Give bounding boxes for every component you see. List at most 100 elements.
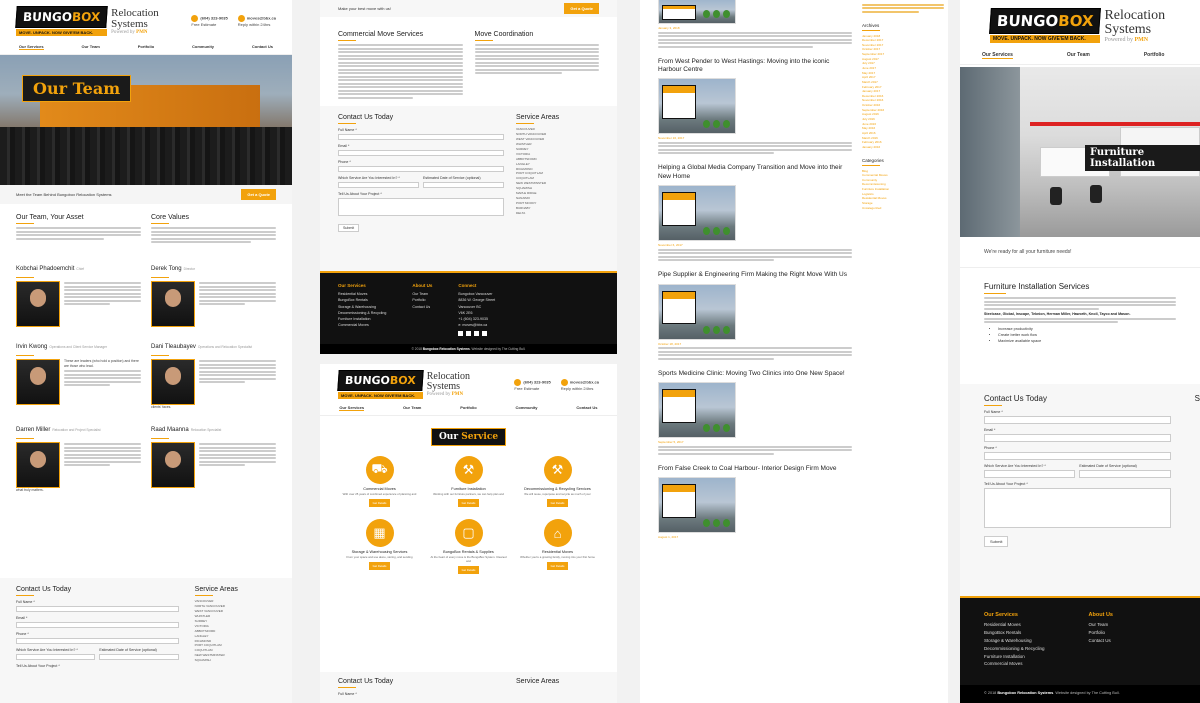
footer-link[interactable]: Furniture Installation (984, 653, 1045, 661)
nav-our-team[interactable]: Our Team (403, 405, 421, 411)
nav-our-services[interactable]: Our Services (18, 44, 44, 50)
footer-link[interactable]: Portfolio (1089, 629, 1113, 637)
categories-title: Categories (862, 157, 884, 163)
post-title[interactable]: Helping a Global Media Company Transitio… (658, 164, 852, 181)
post-title[interactable]: Pipe Supplier & Engineering Firm Making … (658, 271, 852, 279)
youtube-icon[interactable] (474, 330, 480, 336)
contact-section: Contact Us Today Full Name * Email * Pho… (320, 106, 617, 271)
storage-icon: ▦ (365, 519, 394, 547)
bungobox-logo[interactable]: BUNGOBOX MOVE. UNPACK. NOW GIVE'EM BACK. … (989, 8, 1200, 43)
phone-icon (514, 378, 522, 386)
service-select[interactable] (984, 470, 1076, 478)
email-icon (237, 15, 245, 22)
team-member-card: Derek Tong Director (151, 257, 276, 327)
nav-our-services[interactable]: Our Services (982, 52, 1013, 59)
bungobox-logo[interactable]: BUNGOBOX MOVE. UNPACK. NOW GIVE'EM BACK. … (337, 370, 470, 399)
get-details-button[interactable]: Get Details (546, 499, 569, 507)
hammer-icon: ⚒ (543, 456, 572, 484)
email-field[interactable] (984, 434, 1171, 442)
footer-link[interactable]: Commercial Moves (338, 322, 386, 328)
email-field[interactable] (338, 150, 504, 156)
service-card[interactable]: ⚒ Decommissioning & Recycling Services We … (518, 456, 597, 507)
date-field[interactable] (99, 654, 179, 660)
archives-list: January 2018 December 2017 November 2017 Oc… (862, 34, 944, 150)
nav-our-team[interactable]: Our Team (81, 44, 99, 50)
twitter-icon[interactable] (466, 330, 472, 336)
footer-link[interactable]: Commercial Moves (984, 660, 1045, 668)
team-member-card: Dani Tleaubayev Operations and Relocation… (151, 335, 276, 410)
email-contact[interactable]: moves@bbx.ca Reply within 24hrs (237, 15, 276, 27)
nav-contact-us[interactable]: Contact Us (252, 44, 273, 50)
nav-community[interactable]: Community (516, 405, 538, 411)
nav-our-services[interactable]: Our Services (339, 405, 365, 411)
service-select[interactable] (16, 654, 96, 660)
service-card[interactable]: ⚒ Furniture Installation Working with our … (429, 456, 508, 507)
copyright: © 2018 Bungobox Relocation Systems. Webs… (960, 685, 1200, 703)
commercial-title: Commercial Move Services (338, 31, 424, 38)
main-nav: Our Services Our Team Portfolio Communit… (0, 40, 292, 55)
post-title[interactable]: Sports Medicine Clinic: Moving Two Clini… (658, 370, 852, 378)
footer-link[interactable]: Our Team (1089, 621, 1113, 629)
post-thumbnail[interactable] (658, 382, 736, 439)
avatar (151, 358, 195, 405)
submit-button[interactable]: Submit (984, 536, 1009, 547)
service-card[interactable]: ⌂ Residential Moves Whether you're a growi… (518, 519, 597, 574)
date-field[interactable] (423, 182, 504, 188)
service-card[interactable]: ▦ Storage & Warehousing Services From your… (340, 519, 419, 574)
nav-portfolio[interactable]: Portfolio (460, 405, 476, 411)
get-details-button[interactable]: Get Details (457, 499, 480, 507)
footer-link[interactable]: Decommissioning & Recycling (984, 645, 1045, 653)
post-thumbnail[interactable] (658, 477, 736, 534)
avatar (151, 441, 195, 488)
blog-post: Helping a Global Media Company Transitio… (658, 164, 852, 262)
yelp-icon[interactable] (482, 330, 488, 336)
post-thumbnail[interactable] (658, 185, 736, 242)
nav-our-team[interactable]: Our Team (1067, 52, 1090, 59)
get-details-button[interactable]: Get Details (457, 566, 480, 574)
site-footer: Our Services Residential Moves BungoBox R… (320, 271, 617, 354)
nav-portfolio[interactable]: Portfolio (1144, 52, 1165, 59)
nav-community[interactable]: Community (192, 44, 214, 50)
facebook-icon[interactable] (458, 330, 464, 336)
bungobox-logo[interactable]: BUNGOBOX MOVE. UNPACK. NOW GIVE'EM BACK.… (15, 6, 159, 36)
full-name-input[interactable] (984, 416, 1171, 424)
get-details-button[interactable]: Get Details (546, 562, 569, 570)
phone-field[interactable] (984, 452, 1171, 460)
full-name-input[interactable] (338, 134, 504, 140)
get-quote-button[interactable]: Get a Quote (564, 3, 599, 14)
furniture-hero-image: Furniture Installation (960, 67, 1200, 237)
post-thumbnail[interactable] (658, 0, 736, 24)
email-icon (560, 378, 568, 386)
get-details-button[interactable]: Get Details (368, 562, 391, 570)
nav-portfolio[interactable]: Portfolio (138, 44, 154, 50)
section-title: Furniture Installation Services (984, 282, 1090, 291)
project-textarea[interactable] (338, 198, 504, 216)
email-field[interactable] (16, 622, 179, 628)
coordination-title: Move Coordination (474, 31, 534, 38)
phone-contact[interactable]: (604) 323-9035 Free Estimate (191, 15, 228, 27)
nav-contact-us[interactable]: Contact Us (576, 405, 597, 411)
get-quote-button[interactable]: Get a Quote (241, 189, 276, 200)
date-field[interactable] (1079, 470, 1171, 478)
project-textarea[interactable] (984, 488, 1171, 528)
post-title[interactable]: From West Pender to West Hastings: Movin… (658, 58, 852, 75)
get-details-button[interactable]: Get Details (368, 499, 391, 507)
service-card[interactable]: ▢ BungoBox Rentals & Supplies At the heart… (429, 519, 508, 574)
submit-button[interactable]: Submit (338, 224, 360, 232)
footer-link[interactable]: BungoBox Rentals (984, 629, 1045, 637)
archive-link[interactable]: January 2016 (862, 145, 944, 150)
main-nav: Our Services Our Team Portfolio Community Co… (320, 401, 617, 416)
service-card[interactable]: ⛟ Commercial Moves With over 25 years of c… (340, 456, 419, 507)
category-link[interactable]: Uncategorized (862, 206, 944, 211)
post-thumbnail[interactable] (658, 78, 736, 135)
footer-link[interactable]: Storage & Warehousing (984, 637, 1045, 645)
team-grid: Kobchai Phadoemchit Chief Derek Tong Direc… (0, 249, 292, 501)
footer-link[interactable]: Contact Us (412, 304, 432, 310)
post-thumbnail[interactable] (658, 283, 736, 340)
service-select[interactable] (338, 182, 419, 188)
footer-link[interactable]: Residential Moves (984, 621, 1045, 629)
footer-link[interactable]: Contact Us (1089, 637, 1113, 645)
full-name-input[interactable] (16, 606, 179, 612)
post-title[interactable]: From False Creek to Coal Harbour- Interi… (658, 465, 852, 473)
box-icon: ▢ (454, 519, 483, 547)
